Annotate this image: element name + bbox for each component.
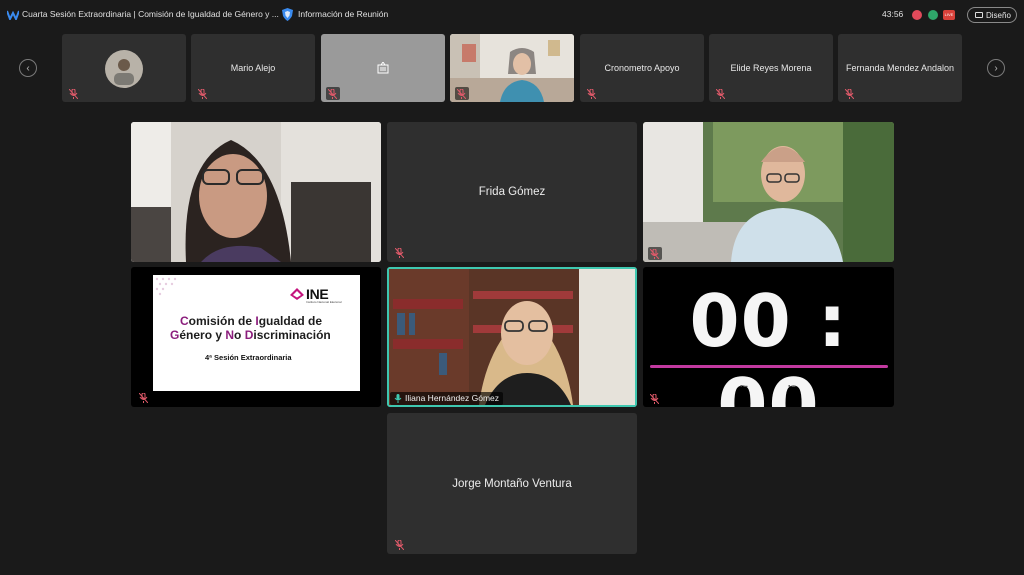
mic-status xyxy=(648,247,662,260)
clock-control[interactable]: ● ▬ xyxy=(788,383,796,388)
participant-video xyxy=(643,122,894,262)
participant-video-tile[interactable] xyxy=(131,122,381,262)
participant-tile[interactable] xyxy=(62,34,186,102)
slide-title: Comisión de Igualdad de Género y No Disc… xyxy=(170,314,331,342)
chevron-right-icon[interactable]: › xyxy=(987,59,1005,77)
mic-off-icon xyxy=(139,393,148,403)
title-bar: Cuarta Sesión Extraordinaria | Comisión … xyxy=(0,0,1024,30)
participant-name: Cronometro Apoyo xyxy=(604,63,680,73)
participant-name: Frida Gómez xyxy=(478,186,546,198)
mic-status xyxy=(455,87,469,100)
camera-off-icon xyxy=(377,62,389,74)
chevron-left-icon[interactable]: ‹ xyxy=(19,59,37,77)
participant-tile[interactable]: Mario Alejo xyxy=(191,34,315,102)
meeting-info-link[interactable]: Información de Reunión xyxy=(298,9,388,19)
mic-status xyxy=(326,87,340,100)
participant-video-tile[interactable] xyxy=(450,34,574,102)
shield-icon[interactable] xyxy=(282,8,293,21)
countdown-timer-tile[interactable]: 00 : 00 ● ▬ ● ▬ xyxy=(643,267,894,407)
participant-tile[interactable]: Elide Reyes Morena xyxy=(709,34,833,102)
countdown-digits: 00 : 00 xyxy=(689,279,848,407)
participant-name: Iliana Hernández Gómez xyxy=(405,393,500,403)
audio-status-icon[interactable] xyxy=(928,10,938,20)
participant-tile[interactable]: Jorge Montaño Ventura xyxy=(387,413,637,554)
mic-off-icon xyxy=(395,248,404,258)
avatar xyxy=(105,50,143,88)
layout-icon xyxy=(975,12,983,18)
participant-name: Jorge Montaño Ventura xyxy=(452,477,572,490)
app-logo-icon xyxy=(7,10,19,20)
mic-off-icon xyxy=(650,394,659,404)
live-badge[interactable]: LIVE xyxy=(943,10,955,20)
layout-label: Diseño xyxy=(986,10,1011,20)
mic-on-icon xyxy=(394,394,402,403)
slide-decoration xyxy=(155,277,177,296)
participant-video-tile[interactable] xyxy=(643,122,894,262)
mic-off-icon xyxy=(395,540,404,550)
clock-control[interactable]: ● ▬ xyxy=(740,383,748,388)
mic-off-icon xyxy=(69,89,78,99)
mic-off-icon xyxy=(198,89,207,99)
participant-tile[interactable]: Fernanda Mendez Andalon xyxy=(838,34,962,102)
layout-button[interactable]: Diseño xyxy=(967,7,1017,23)
participant-tile[interactable]: Cronometro Apoyo xyxy=(580,34,704,102)
ine-logo-icon xyxy=(290,288,304,300)
mic-status xyxy=(648,392,662,405)
recording-icon[interactable] xyxy=(912,10,922,20)
slide-subtitle: 4ª Sesión Extraordinaria xyxy=(205,353,292,362)
meeting-timer: 43:56 xyxy=(882,9,904,19)
mic-off-icon xyxy=(716,89,725,99)
participant-name: Elide Reyes Morena xyxy=(730,63,812,73)
mic-off-icon xyxy=(587,89,596,99)
mic-off-icon xyxy=(457,89,466,99)
active-speaker-tile[interactable]: Iliana Hernández Gómez xyxy=(387,267,637,407)
ine-logo-subtitle: Instituto Nacional Electoral xyxy=(306,300,342,304)
participant-name: Mario Alejo xyxy=(230,63,276,73)
participant-name: Fernanda Mendez Andalon xyxy=(845,63,955,73)
mic-off-icon xyxy=(650,249,659,259)
countdown-progress-bar xyxy=(650,365,888,368)
mic-off-icon xyxy=(845,89,854,99)
participant-name-tag: Iliana Hernández Gómez xyxy=(390,392,504,405)
participant-video xyxy=(389,269,635,405)
meeting-title: Cuarta Sesión Extraordinaria | Comisión … xyxy=(22,9,279,19)
participant-video xyxy=(131,122,381,262)
participant-tile[interactable]: Frida Gómez xyxy=(387,122,637,262)
participant-tile[interactable] xyxy=(321,34,445,102)
mic-off-icon xyxy=(328,89,337,99)
